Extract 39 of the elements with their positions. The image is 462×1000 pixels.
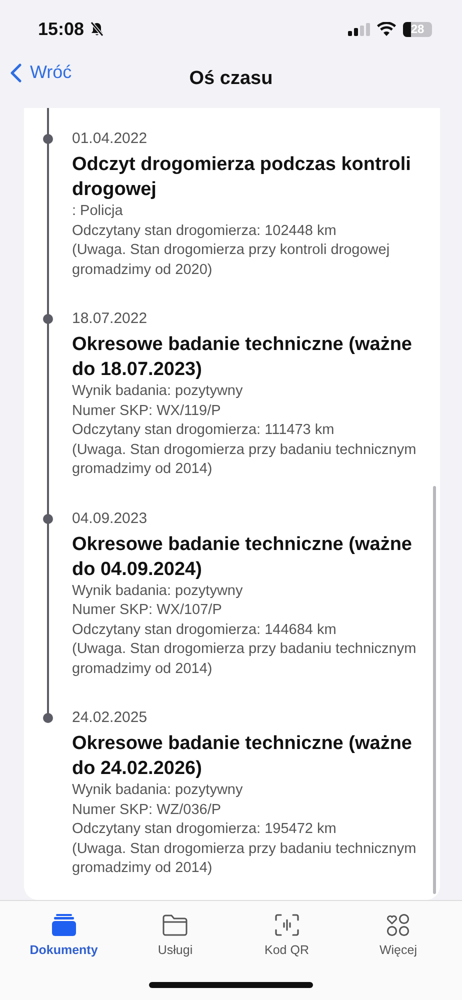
event-date: 01.04.2022 <box>72 130 148 148</box>
event-detail: : Policja <box>72 202 124 221</box>
event-detail: Odczytany stan drogomierza: 102448 km <box>72 222 338 240</box>
event-detail: Wynik badania: pozytywny <box>72 382 244 401</box>
event-title: Okresowe badanie techniczne (ważne do 04.09.2024) <box>72 532 413 582</box>
event-detail: (Uwaga. Stan drogomierza przy kontroli drogowej gromadzimy od 2020) <box>72 241 391 280</box>
folder-icon <box>162 913 188 937</box>
chevron-left-icon <box>10 62 22 82</box>
event-title: Okresowe badanie techniczne (ważne do 24.02.2026) <box>72 732 413 781</box>
event-detail: (Uwaga. Stan drogomierza przy badaniu technicznym gromadzimy od 2014) <box>72 640 418 678</box>
battery-indicator: 28 <box>403 22 432 36</box>
event-title: Okresowe badanie techniczne (ważne do 18.07.2023) <box>72 333 413 382</box>
event-detail: Numer SKP: WX/107/P <box>72 601 223 620</box>
back-button[interactable]: Wróć <box>10 62 72 83</box>
stacked-cards-icon <box>50 913 77 937</box>
signal-icon <box>348 22 370 36</box>
event-date: 18.07.2022 <box>72 310 148 328</box>
heart-and-circles-icon <box>385 913 412 937</box>
muted-bell-icon <box>89 21 106 37</box>
event-detail: Odczytany stan drogomierza: 111473 km <box>72 421 336 440</box>
tab-bar-item[interactable]: Usługi <box>127 911 224 959</box>
event-detail: Odczytany stan drogomierza: 195472 km <box>72 820 338 839</box>
event-detail: Odczytany stan drogomierza: 144684 km <box>72 620 338 640</box>
scan-frame-icon <box>274 913 300 937</box>
event-detail: (Uwaga. Stan drogomierza przy badaniu technicznym gromadzimy od 2014) <box>72 440 418 479</box>
event-detail: Numer SKP: WZ/036/P <box>72 800 222 820</box>
event-detail: Numer SKP: WX/119/P <box>72 402 222 420</box>
event-date: 24.02.2025 <box>72 709 148 727</box>
tab-bar-item[interactable]: Kod QR <box>238 911 335 959</box>
event-date: 04.09.2023 <box>72 510 148 528</box>
screen-title: Oś czasu <box>189 68 273 90</box>
event-detail: (Uwaga. Stan drogomierza przy badaniu technicznym gromadzimy od 2014) <box>72 840 418 878</box>
event-detail: Wynik badania: pozytywny <box>72 781 244 800</box>
wifi-icon <box>377 22 396 36</box>
tab-bar-item[interactable]: Dokumenty <box>16 911 112 959</box>
event-detail: Wynik badania: pozytywny <box>72 582 244 600</box>
status-time: 15:08 <box>38 18 84 40</box>
event-title: Odczyt drogomierza podczas kontroli drogowej <box>72 153 412 202</box>
tab-bar-item[interactable]: Więcej <box>350 911 446 959</box>
